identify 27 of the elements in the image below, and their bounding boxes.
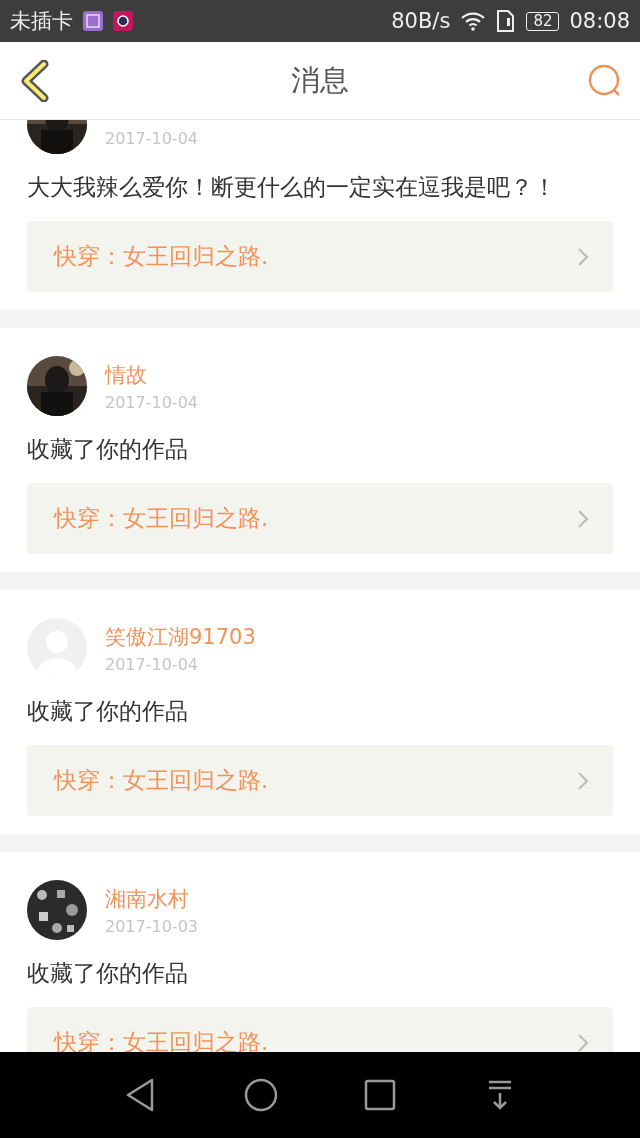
chevron-icon	[577, 246, 589, 267]
wifi-icon	[460, 11, 487, 31]
user-name[interactable]: 笑傲江湖91703	[105, 622, 256, 651]
message-text: 收藏了你的作品	[27, 697, 189, 726]
message-date: 2017-10-04	[105, 129, 198, 148]
message-text: 收藏了你的作品	[27, 959, 189, 988]
battery-indicator: 82	[526, 11, 560, 31]
chevron-icon	[577, 508, 589, 529]
gallery-icon	[83, 11, 103, 31]
book-link[interactable]: 快穿：女王回归之路.	[27, 745, 613, 816]
sim-icon	[496, 10, 517, 32]
chevron-icon	[577, 1032, 589, 1052]
network-speed: 80B/s	[391, 9, 451, 33]
page-title: 消息	[291, 61, 349, 99]
message-text: 收藏了你的作品	[27, 435, 189, 464]
user-name[interactable]: 湘南水村	[105, 884, 198, 913]
chevron-icon	[577, 770, 589, 791]
message-text: 大大我辣么爱你！断更什么的一定实在逗我是吧？！	[27, 173, 557, 202]
message-date: 2017-10-04	[105, 392, 198, 412]
book-link[interactable]: 快穿：女王回归之路.	[27, 483, 613, 554]
user-name[interactable]: 情故	[105, 360, 198, 389]
book-link[interactable]: 快穿：女王回归之路.	[27, 221, 613, 292]
camera-icon	[113, 11, 133, 31]
clock: 08:08	[569, 9, 630, 33]
message-date: 2017-10-04	[105, 654, 199, 674]
carrier-text: 未插卡	[10, 8, 73, 35]
message-date: 2017-10-03	[105, 916, 198, 936]
